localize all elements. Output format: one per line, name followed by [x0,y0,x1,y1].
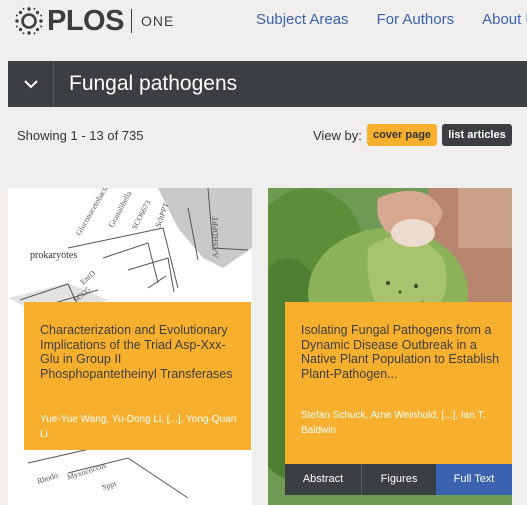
full-text-button[interactable]: Full Text [436,464,512,495]
article-info-panel: Characterization and Evolutionary Implic… [24,302,251,450]
nav-subject-areas[interactable]: Subject Areas [256,11,349,28]
nav-about-us[interactable]: About Us [482,11,527,28]
tree-label: AASHDPPT [211,217,220,258]
article-title[interactable]: Characterization and Evolutionary Implic… [40,323,240,381]
article-card[interactable]: Isolating Fungal Pathogens from a Dynami… [268,188,512,505]
plos-logo-mark-icon [15,7,43,35]
chevron-down-icon [23,80,38,89]
article-authors: Yue-Yue Wang, Yu-Dong Li, [...], Yong-Qu… [40,414,237,440]
article-title[interactable]: Isolating Fungal Pathogens from a Dynami… [301,323,501,381]
list-articles-button[interactable]: list articles [442,124,512,146]
plos-one-logo[interactable]: PLOS ONE [14,5,174,37]
article-card[interactable]: Gluconacetobacter Granulibella SCO6673 S… [8,188,252,505]
abstract-button[interactable]: Abstract [285,464,361,495]
cover-page-button[interactable]: cover page [367,124,437,146]
main-nav: Subject Areas For Authors About Us [256,11,527,28]
nav-for-authors[interactable]: For Authors [377,11,455,28]
subject-menu-toggle[interactable] [8,61,54,107]
logo-one-text: ONE [140,13,175,29]
figures-button[interactable]: Figures [361,464,436,495]
article-actions: Abstract Figures Full Text [285,464,512,495]
article-authors: Stefan Schuck, Arne Weinhold, [...], Ian… [301,410,486,436]
logo-plos-text: PLOS [47,4,124,37]
results-count: Showing 1 - 13 of 735 [17,128,144,143]
article-info-panel: Isolating Fungal Pathogens from a Dynami… [285,302,512,467]
site-header: PLOS ONE Subject Areas For Authors About… [0,0,527,44]
view-by-label: View by: [313,128,362,143]
logo-divider [130,9,132,33]
tree-label: prokaryotes [30,250,77,261]
subject-banner: Fungal pathogens [8,61,527,107]
page-title: Fungal pathogens [69,72,238,95]
